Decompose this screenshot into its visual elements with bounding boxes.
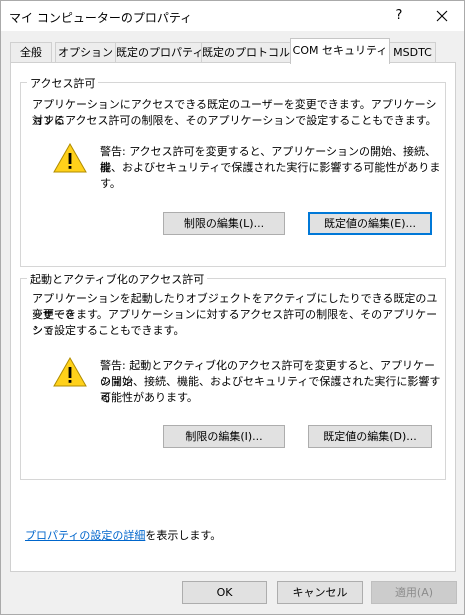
- launch-activation-title: 起動とアクティブ化のアクセス許可: [27, 271, 208, 287]
- apply-button[interactable]: 適用(A): [371, 581, 457, 604]
- close-icon: [436, 10, 448, 22]
- access-warning-line2: 能、およびセキュリティで保護された実行に影響する可能性があります。: [100, 161, 441, 190]
- tab-default-protocols[interactable]: 既定のプロトコル: [201, 42, 291, 63]
- details-link[interactable]: プロパティの設定の詳細: [25, 529, 145, 542]
- title-bar: マイ コンピューターのプロパティ ?: [1, 1, 464, 31]
- launch-activation-group: 起動とアクティブ化のアクセス許可 アプリケーションを起動したりオブジェクトをアク…: [20, 271, 446, 480]
- properties-dialog: マイ コンピューターのプロパティ ? 全般 オプション 既定のプロパティ 既定の…: [0, 0, 465, 615]
- edit-limits-button[interactable]: 制限の編集(L)...: [163, 212, 285, 235]
- details-suffix: を表示します。: [145, 529, 222, 542]
- edit-default-button[interactable]: 既定値の編集(E)...: [308, 212, 432, 235]
- cancel-button[interactable]: キャンセル: [277, 581, 363, 604]
- access-permissions-group: アクセス許可 アプリケーションにアクセスできる既定のユーザーを変更できます。アプ…: [20, 75, 446, 267]
- access-desc-line2: 対するアクセス許可の制限を、そのアプリケーションで設定することもできます。: [32, 114, 437, 127]
- edit-launch-default-button[interactable]: 既定値の編集(D)...: [308, 425, 432, 448]
- edit-launch-limits-button[interactable]: 制限の編集(I)...: [163, 425, 285, 448]
- launch-warning-line3: 可能性があります。: [100, 391, 198, 404]
- ok-button[interactable]: OK: [182, 581, 267, 604]
- tab-panel: アクセス許可 アプリケーションにアクセスできる既定のユーザーを変更できます。アプ…: [10, 62, 456, 572]
- help-button[interactable]: ?: [389, 7, 409, 25]
- warning-icon: [53, 143, 87, 173]
- window-title: マイ コンピューターのプロパティ: [9, 11, 193, 25]
- tab-options[interactable]: オプション: [55, 42, 116, 63]
- access-permissions-title: アクセス許可: [27, 75, 99, 91]
- details-text: プロパティの設定の詳細を表示します。: [25, 528, 221, 544]
- tab-msdtc[interactable]: MSDTC: [389, 42, 436, 63]
- close-button[interactable]: [429, 5, 455, 27]
- launch-desc-line3: ンで設定することもできます。: [32, 324, 185, 337]
- tab-default-properties[interactable]: 既定のプロパティ: [115, 42, 203, 63]
- tab-com-security[interactable]: COM セキュリティ: [290, 38, 390, 64]
- warning-icon: [53, 357, 87, 387]
- tab-general[interactable]: 全般: [10, 42, 52, 63]
